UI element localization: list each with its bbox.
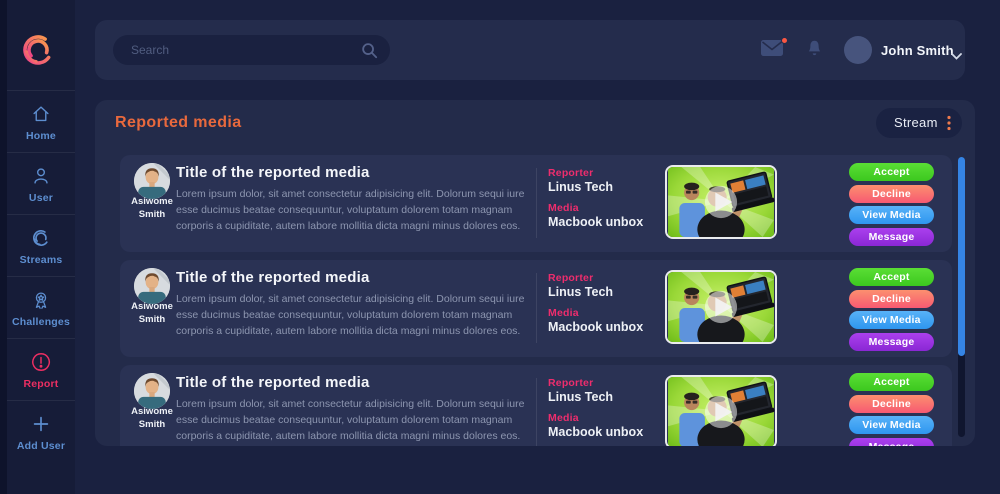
report-description: Lorem ipsum dolor, sit amet consectetur … [176,292,536,339]
sidebar-item-label: Home [7,130,75,142]
kebab-menu-icon[interactable] [947,115,951,136]
media-thumbnail[interactable] [665,270,777,344]
reported-media-panel: Reported media Stream Asiwome Smith Titl… [95,100,975,446]
sidebar-accent-strip [0,0,7,494]
reporter-avatar [134,163,170,199]
decline-button[interactable]: Decline [849,290,934,308]
accept-button[interactable]: Accept [849,268,934,286]
search-icon[interactable] [360,41,378,64]
reporter-avatar-name: Asiwome Smith [122,195,182,222]
media-label: Media [548,202,579,214]
action-buttons: Accept Decline View Media Message [849,268,934,354]
sidebar-item-challenges[interactable]: Challenges [7,276,75,338]
accept-button[interactable]: Accept [849,373,934,391]
user-avatar[interactable] [844,36,872,64]
user-name[interactable]: John Smith [881,43,954,58]
search-input[interactable] [113,35,390,65]
report-alert-icon [7,351,75,373]
reporter-avatar-name: Asiwome Smith [122,300,182,327]
media-thumbnail[interactable] [665,375,777,446]
scrollbar-track[interactable] [958,157,965,437]
sidebar-item-home[interactable]: Home [7,90,75,152]
report-title: Title of the reported media [176,269,370,286]
page-title: Reported media [115,114,242,132]
report-card: Asiwome Smith Title of the reported medi… [120,260,952,357]
user-icon [7,165,75,187]
reporter-value: Linus Tech [548,390,613,404]
divider [536,378,537,446]
report-card: Asiwome Smith Title of the reported medi… [120,155,952,252]
app-logo-swirl-icon[interactable] [18,30,58,70]
sidebar-item-streams[interactable]: Streams [7,214,75,276]
media-value: Macbook unbox [548,215,643,229]
message-button[interactable]: Message [849,333,934,351]
reporter-label: Reporter [548,272,593,284]
media-label: Media [548,307,579,319]
sidebar-item-label: Streams [7,254,75,266]
chevron-down-icon[interactable] [951,47,962,65]
sidebar-item-label: User [7,192,75,204]
action-buttons: Accept Decline View Media Message [849,373,934,446]
reporter-avatar [134,268,170,304]
sidebar-item-label: Add User [7,440,75,452]
view-media-button[interactable]: View Media [849,311,934,329]
decline-button[interactable]: Decline [849,185,934,203]
streams-icon [7,227,75,249]
stream-filter-dropdown[interactable]: Stream [876,108,962,138]
reporter-value: Linus Tech [548,285,613,299]
reporter-avatar [134,373,170,409]
home-icon [7,103,75,125]
action-buttons: Accept Decline View Media Message [849,163,934,249]
sidebar-item-user[interactable]: User [7,152,75,214]
media-thumbnail[interactable] [665,165,777,239]
mail-icon[interactable] [761,40,787,60]
challenges-icon [7,289,75,311]
media-label: Media [548,412,579,424]
scrollbar-thumb[interactable] [958,157,965,356]
accept-button[interactable]: Accept [849,163,934,181]
topbar: John Smith [95,20,965,80]
plus-icon [7,413,75,435]
media-value: Macbook unbox [548,425,643,439]
reporter-value: Linus Tech [548,180,613,194]
sidebar-item-report[interactable]: Report [7,338,75,400]
sidebar-nav: Home User Streams Challenges Report Add … [7,90,75,463]
message-button[interactable]: Message [849,228,934,246]
sidebar-item-add-user[interactable]: Add User [7,400,75,463]
search-box [113,35,390,65]
sidebar: Home User Streams Challenges Report Add … [0,0,75,494]
view-media-button[interactable]: View Media [849,206,934,224]
report-title: Title of the reported media [176,164,370,181]
divider [536,273,537,343]
message-button[interactable]: Message [849,438,934,447]
view-media-button[interactable]: View Media [849,416,934,434]
reporter-label: Reporter [548,167,593,179]
notifications-bell-icon[interactable] [805,38,824,65]
reporter-avatar-name: Asiwome Smith [122,405,182,432]
decline-button[interactable]: Decline [849,395,934,413]
media-value: Macbook unbox [548,320,643,334]
reporter-label: Reporter [548,377,593,389]
report-title: Title of the reported media [176,374,370,391]
divider [536,168,537,238]
filter-label: Stream [894,115,938,130]
report-description: Lorem ipsum dolor, sit amet consectetur … [176,397,536,444]
unread-mail-badge [781,37,788,44]
sidebar-item-label: Report [7,378,75,390]
report-description: Lorem ipsum dolor, sit amet consectetur … [176,187,536,234]
sidebar-item-label: Challenges [7,316,75,328]
report-card: Asiwome Smith Title of the reported medi… [120,365,952,446]
